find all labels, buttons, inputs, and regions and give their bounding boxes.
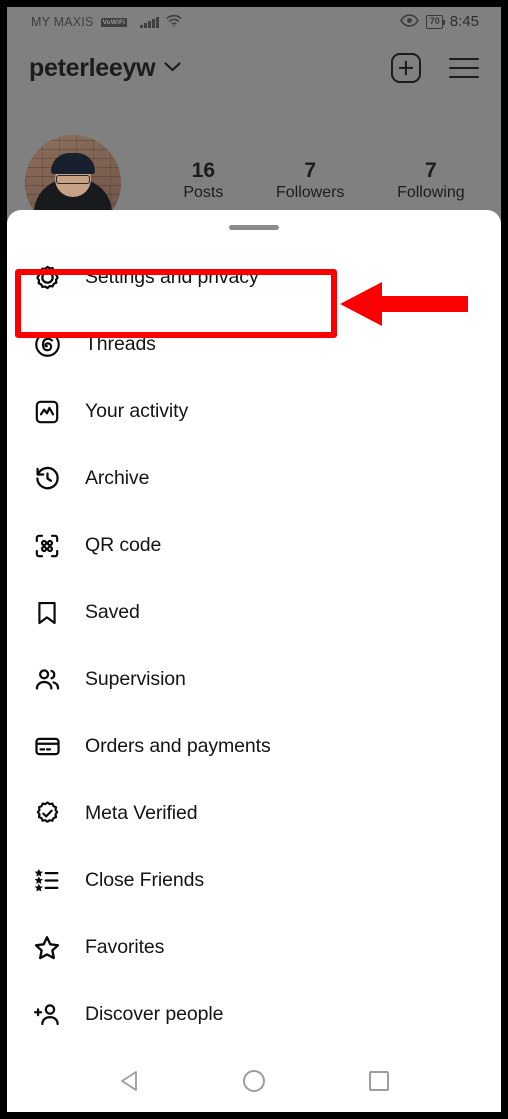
home-circle-icon[interactable]	[234, 1061, 274, 1101]
stat-label: Posts	[183, 184, 224, 202]
profile-stats: 16 Posts 7 Followers 7 Following	[157, 159, 491, 204]
add-person-icon	[29, 997, 65, 1033]
status-bar-left: MY MAXIS VoWiFi	[31, 14, 182, 30]
menu-item-label: Threads	[85, 333, 156, 355]
stat-count: 7	[425, 159, 437, 182]
menu-item-label: Close Friends	[85, 869, 204, 891]
threads-icon	[29, 327, 65, 363]
vowifi-badge: VoWiFi	[100, 17, 128, 27]
screen: MY MAXIS VoWiFi 70 8:45 peterleeyw 16 Po…	[7, 7, 501, 1112]
menu-item-label: Saved	[85, 601, 140, 623]
menu-item-favorites[interactable]: Favorites	[7, 914, 501, 981]
stat-followers[interactable]: 7 Followers	[276, 159, 344, 204]
menu-item-your-activity[interactable]: Your activity	[7, 378, 501, 445]
android-nav-bar	[7, 1050, 501, 1112]
status-bar: MY MAXIS VoWiFi 70 8:45	[7, 7, 501, 40]
menu-item-label: Supervision	[85, 668, 186, 690]
menu-item-saved[interactable]: Saved	[7, 579, 501, 646]
menu-list: Settings and privacy Threads Your activi…	[7, 244, 501, 1048]
menu-item-discover-people[interactable]: Discover people	[7, 981, 501, 1048]
clock-label: 8:45	[449, 13, 479, 30]
chevron-down-icon[interactable]	[164, 59, 181, 77]
menu-item-orders-and-payments[interactable]: Orders and payments	[7, 713, 501, 780]
header-actions	[391, 53, 479, 83]
menu-item-meta-verified[interactable]: Meta Verified	[7, 780, 501, 847]
menu-item-label: Orders and payments	[85, 735, 271, 757]
credit-card-icon	[29, 729, 65, 765]
star-list-icon	[29, 863, 65, 899]
hamburger-menu-icon[interactable]	[449, 58, 479, 78]
phone-frame: MY MAXIS VoWiFi 70 8:45 peterleeyw 16 Po…	[0, 0, 508, 1119]
bookmark-icon	[29, 595, 65, 631]
menu-item-label: Settings and privacy	[85, 266, 259, 288]
menu-item-supervision[interactable]: Supervision	[7, 646, 501, 713]
menu-item-label: QR code	[85, 534, 162, 556]
menu-item-label: Favorites	[85, 936, 165, 958]
stat-count: 7	[304, 159, 317, 182]
activity-chart-icon	[29, 394, 65, 430]
eye-icon	[399, 13, 419, 30]
menu-item-close-friends[interactable]: Close Friends	[7, 847, 501, 914]
star-icon	[29, 930, 65, 966]
menu-item-archive[interactable]: Archive	[7, 445, 501, 512]
verified-badge-icon	[29, 796, 65, 832]
clock-rewind-icon	[29, 461, 65, 497]
stat-following[interactable]: 7 Following	[397, 159, 465, 204]
menu-item-label: Meta Verified	[85, 802, 198, 824]
stat-count: 16	[191, 159, 215, 182]
stat-label: Following	[397, 184, 465, 202]
two-people-icon	[29, 662, 65, 698]
profile-header: peterleeyw	[7, 53, 501, 83]
drag-handle[interactable]	[229, 225, 279, 230]
wifi-icon	[166, 14, 182, 30]
plus-square-icon[interactable]	[391, 53, 421, 83]
username-label[interactable]: peterleeyw	[29, 54, 156, 83]
menu-item-qr-code[interactable]: QR code	[7, 512, 501, 579]
stat-label: Followers	[275, 184, 345, 202]
red-left-arrow	[340, 282, 468, 326]
back-triangle-icon[interactable]	[109, 1061, 149, 1101]
menu-item-label: Your activity	[85, 400, 189, 422]
gear-icon	[29, 260, 65, 296]
options-bottom-sheet: Settings and privacy Threads Your activi…	[7, 210, 501, 1050]
stat-posts[interactable]: 16 Posts	[183, 159, 223, 204]
recents-square-icon[interactable]	[359, 1061, 399, 1101]
qr-code-icon	[29, 528, 65, 564]
status-bar-right: 70 8:45	[399, 13, 479, 30]
battery-indicator: 70	[425, 14, 445, 29]
menu-item-label: Archive	[85, 467, 150, 489]
menu-item-label: Discover people	[85, 1003, 224, 1025]
signal-bars-icon	[140, 16, 159, 28]
carrier-label: MY MAXIS	[31, 15, 94, 29]
